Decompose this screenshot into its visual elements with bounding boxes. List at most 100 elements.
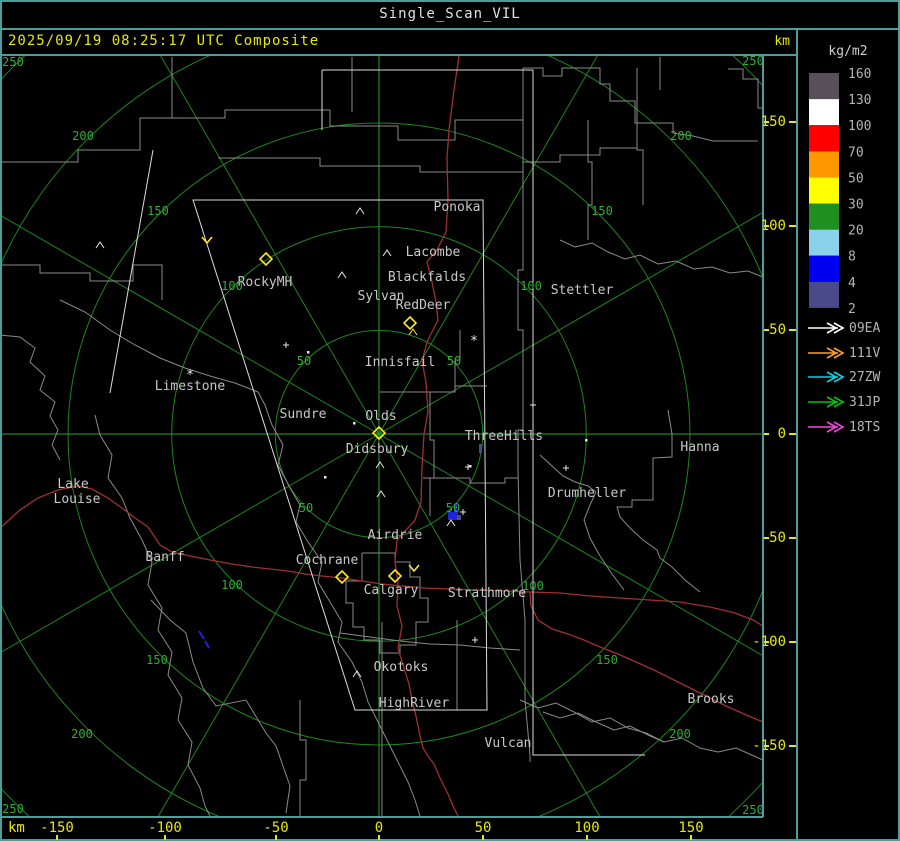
precip-echo (457, 515, 461, 520)
place-label: Brooks (688, 692, 735, 707)
county-boundary (218, 157, 523, 173)
track-id-label: 27ZW (849, 370, 880, 385)
legend-scale-label: 2 (848, 302, 856, 317)
place-label: Hanna (680, 440, 719, 455)
ring-distance-label: 150 (147, 204, 169, 218)
track-id-label: 18TS (849, 420, 880, 435)
ring-distance-label: 250 (742, 803, 764, 817)
legend-scale-label: 160 (848, 67, 871, 82)
legend-swatch (809, 203, 839, 230)
legend-swatch (809, 177, 839, 204)
place-label: Innisfail (365, 355, 435, 370)
place-label: Lake (57, 477, 88, 492)
radial-spoke (378, 433, 763, 657)
ring-distance-label: 100 (221, 578, 243, 592)
ring-distance-label: 250 (742, 54, 764, 68)
place-label: ThreeHills (465, 429, 543, 444)
legend-scale-label: 70 (848, 145, 864, 160)
town-plus-marker (283, 342, 289, 348)
place-label: Strathmore (448, 586, 526, 601)
bottom-axis-tick-label: -50 (263, 820, 288, 836)
town-dot-marker (353, 422, 356, 425)
place-label: Blackfalds (388, 270, 466, 285)
place-label: Sundre (280, 407, 327, 422)
bottom-axis-tick-label: -100 (148, 820, 182, 836)
bottom-axis-tick-label: 0 (375, 820, 383, 836)
ring-distance-label: 100 (522, 579, 544, 593)
ring-distance-label: 200 (72, 129, 94, 143)
ring-distance-label: 150 (591, 204, 613, 218)
precip-echo (204, 640, 210, 649)
legend-scale-label: 100 (848, 119, 871, 134)
legend-swatch (809, 99, 839, 126)
place-label: Cochrane (296, 553, 359, 568)
town-dot-marker (469, 465, 472, 468)
bottom-axis-tick-label: 150 (678, 820, 703, 836)
legend-swatch (809, 229, 839, 256)
place-label: RockyMH (238, 275, 293, 290)
legend-unit-label: kg/m2 (828, 44, 868, 59)
town-caret-marker (382, 249, 392, 257)
scan-sector-outline (109, 149, 154, 394)
place-label: Vulcan (485, 736, 532, 751)
place-label: Banff (145, 550, 184, 565)
town-caret-marker (375, 461, 385, 469)
bottom-axis-tick-label: 100 (574, 820, 599, 836)
place-label: Didsbury (346, 442, 409, 457)
county-boundary (728, 68, 763, 109)
ring-distance-label: 250 (2, 55, 24, 69)
place-label: HighRiver (379, 696, 450, 711)
precip-echo (479, 444, 482, 453)
county-boundary (636, 68, 644, 205)
town-caret-marker (376, 490, 386, 498)
legend-swatch (809, 281, 839, 308)
town-asterisk-marker: * (470, 334, 478, 349)
window-title: Single_Scan_VIL (379, 6, 521, 22)
place-label: RedDeer (396, 298, 451, 313)
storm-cell-diamond (387, 568, 403, 584)
ring-distance-label: 200 (669, 727, 691, 741)
radial-spoke (2, 433, 380, 653)
town-plus-marker (472, 637, 478, 643)
county-boundary (140, 68, 524, 141)
town-caret-marker (95, 241, 105, 249)
county-boundary (299, 700, 307, 816)
track-id-label: 111V (849, 346, 880, 361)
ring-distance-label: 150 (596, 653, 618, 667)
track-id-label: 09EA (849, 321, 880, 336)
place-label: Louise (54, 492, 101, 507)
county-boundary (542, 711, 665, 743)
right-axis-unit-label: km (774, 34, 790, 49)
place-label: Calgary (364, 583, 419, 598)
track-id-label: 31JP (849, 395, 880, 410)
town-caret-marker (446, 519, 456, 527)
legend-swatch (809, 255, 839, 282)
place-label: Okotoks (374, 660, 429, 675)
county-boundary (423, 477, 518, 484)
town-caret-marker (352, 670, 362, 678)
county-boundary (523, 67, 758, 142)
legend-scale-label: 130 (848, 93, 871, 108)
place-label: Olds (365, 409, 396, 424)
legend-scale-label: 50 (848, 171, 864, 186)
place-label: Ponoka (434, 200, 481, 215)
legend-swatch (809, 151, 839, 178)
county-boundary (150, 599, 291, 814)
place-label: Airdrie (368, 528, 423, 543)
radar-map-canvas[interactable]: **PonokaLacombeBlackfaldsSylvanRedDeerSt… (0, 0, 900, 841)
place-label: Lacombe (406, 245, 461, 260)
legend-scale-label: 4 (848, 276, 856, 291)
ring-distance-label: 50 (299, 501, 313, 515)
legend-swatch (809, 125, 839, 152)
right-axis-tick-label: 50 (769, 322, 786, 338)
ring-distance-label: 200 (670, 129, 692, 143)
town-caret-marker (355, 207, 365, 215)
bottom-axis-tick-label: -150 (40, 820, 74, 836)
ring-distance-label: 150 (146, 653, 168, 667)
county-boundary (587, 120, 593, 240)
town-dot-marker (585, 439, 588, 442)
right-axis-tick-label: -150 (752, 738, 786, 754)
county-boundary (2, 334, 61, 461)
county-boundary (519, 699, 763, 761)
ring-distance-label: 200 (71, 727, 93, 741)
